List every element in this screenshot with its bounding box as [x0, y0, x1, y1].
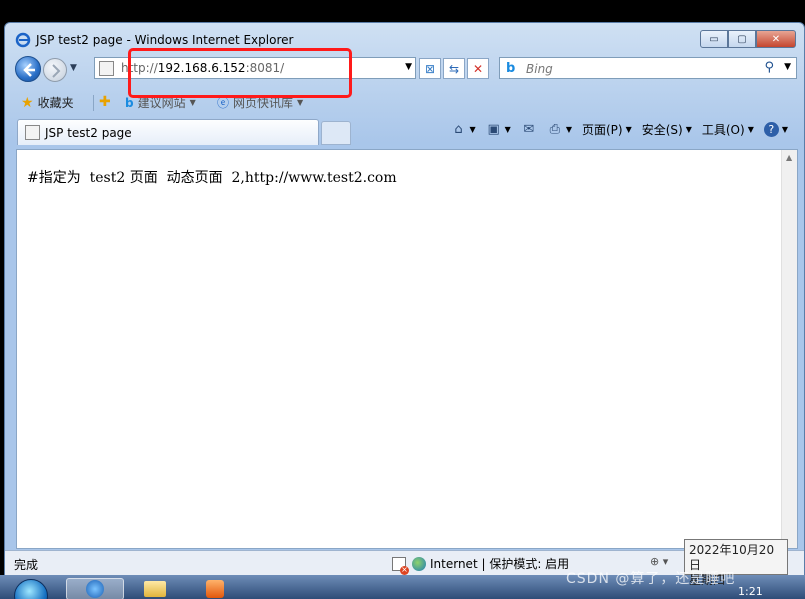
chevron-down-icon: ▼ [747, 125, 754, 134]
add-to-favorites-bar-button[interactable]: ✚ [99, 94, 115, 110]
chevron-down-icon: ▼ [625, 125, 632, 134]
protected-mode-warning-icon [392, 556, 409, 575]
search-box[interactable]: b Bing ⚲ ▼ [499, 57, 797, 79]
print-button[interactable]: ⎙ ▼ [547, 122, 572, 137]
chevron-down-icon: ▼ [685, 125, 692, 134]
browser-window: JSP test2 page - Windows Internet Explor… [4, 22, 805, 599]
safety-menu-label: 安全(S) [641, 123, 683, 137]
chevron-down-icon: ▼ [469, 125, 476, 134]
recent-pages-dropdown[interactable]: ▼ [70, 63, 77, 73]
help-icon: ? [763, 122, 779, 137]
start-button[interactable] [14, 579, 48, 599]
tab-label: JSP test2 page [45, 126, 132, 140]
media-player-icon [206, 580, 224, 598]
favorites-bar: ★ 收藏夹 ✚ b 建议网站 ▼ ⓔ 网页快讯库 ▼ [5, 89, 804, 115]
compatibility-icon: ⊠ [424, 61, 436, 76]
close-icon: ✕ [771, 33, 781, 45]
vertical-scrollbar[interactable]: ▲ [781, 150, 797, 548]
favorites-label: 收藏夹 [37, 96, 74, 110]
search-input[interactable]: Bing [526, 62, 553, 76]
mail-icon: ✉ [523, 122, 535, 137]
chevron-down-icon: ▼ [504, 125, 511, 134]
page-content: #指定为 test2 页面 动态页面 2,http://www.test2.co… [16, 149, 798, 549]
minimize-button[interactable]: ▭ [700, 30, 728, 48]
minimize-icon: ▭ [709, 33, 719, 45]
chevron-down-icon: ▼ [781, 125, 788, 134]
security-zone[interactable]: Internet | 保护模式: 启用 [392, 555, 570, 575]
tab-active[interactable]: JSP test2 page [17, 119, 319, 145]
scroll-up-icon[interactable]: ▲ [786, 153, 792, 162]
chevron-down-icon: ▼ [565, 125, 572, 134]
divider [93, 95, 94, 111]
taskbar-ie-button[interactable] [66, 578, 124, 599]
tools-menu-label: 工具(O) [701, 123, 745, 137]
refresh-icon: ⇆ [448, 61, 460, 76]
maximize-button[interactable]: ▢ [728, 30, 756, 48]
taskbar-media-button[interactable] [186, 578, 244, 599]
ie-taskbar-icon [86, 580, 104, 598]
internet-globe-icon [412, 556, 426, 571]
stop-button[interactable]: ✕ [467, 58, 489, 79]
page-body-text: #指定为 test2 页面 动态页面 2,http://www.test2.co… [27, 170, 397, 186]
compatibility-view-button[interactable]: ⊠ [419, 58, 441, 79]
zoom-control-icon[interactable]: ⊕ ▾ [650, 555, 668, 568]
back-arrow-icon [23, 63, 35, 77]
forward-button[interactable] [43, 58, 67, 82]
rss-icon: ▣ [487, 122, 500, 137]
tools-menu[interactable]: 工具(O) ▼ [702, 121, 754, 138]
refresh-button[interactable]: ⇆ [443, 58, 465, 79]
new-tab-button[interactable] [321, 121, 351, 145]
back-button[interactable] [15, 56, 41, 82]
feeds-button[interactable]: ▣ ▼ [486, 122, 511, 137]
maximize-icon: ▢ [737, 33, 747, 45]
search-icon[interactable]: ⚲ [764, 60, 774, 75]
printer-icon: ⎙ [549, 122, 561, 137]
favorites-button[interactable]: ★ 收藏夹 [21, 94, 74, 111]
page-menu[interactable]: 页面(P) ▼ [582, 121, 632, 138]
page-favicon-icon [99, 61, 114, 76]
home-icon: ⌂ [454, 122, 463, 137]
search-options-dropdown[interactable]: ▼ [784, 62, 791, 72]
close-button[interactable]: ✕ [756, 30, 796, 48]
safety-menu[interactable]: 安全(S) ▼ [642, 121, 692, 138]
tab-favicon-icon [25, 125, 40, 140]
read-mail-button[interactable]: ✉ [521, 122, 537, 137]
taskbar-explorer-button[interactable] [126, 578, 184, 599]
command-bar: ⌂ ▼ ▣ ▼ ✉ ⎙ ▼ 页面(P) ▼ 安全(S) ▼ 工具(O) ▼ ? ▼ [451, 121, 788, 138]
tab-row: JSP test2 page ⌂ ▼ ▣ ▼ ✉ ⎙ ▼ 页面(P) ▼ 安全(S) ▼ … [5, 117, 804, 145]
status-text: 完成 [14, 558, 39, 572]
page-menu-label: 页面(P) [581, 123, 623, 137]
bing-logo-icon: b [506, 61, 516, 76]
window-title: JSP test2 page - Windows Internet Explor… [36, 33, 294, 47]
stop-icon: ✕ [472, 61, 484, 76]
folder-icon [144, 581, 166, 597]
zone-label: Internet | 保护模式: 启用 [430, 557, 570, 571]
home-button[interactable]: ⌂ ▼ [451, 122, 476, 137]
add-favorite-icon: ✚ [99, 94, 111, 110]
title-bar: JSP test2 page - Windows Internet Explor… [5, 23, 804, 53]
chevron-down-icon: ▼ [297, 98, 304, 107]
ie-logo-icon [15, 32, 31, 48]
forward-arrow-icon [52, 64, 61, 78]
csdn-watermark: CSDN @算了，还是睡吧 [566, 571, 736, 587]
address-dropdown[interactable]: ▼ [405, 62, 412, 72]
chevron-down-icon: ▼ [189, 98, 196, 107]
address-highlight-box [128, 48, 352, 98]
help-menu[interactable]: ? ▼ [763, 122, 788, 137]
favorites-star-icon: ★ [21, 94, 34, 111]
